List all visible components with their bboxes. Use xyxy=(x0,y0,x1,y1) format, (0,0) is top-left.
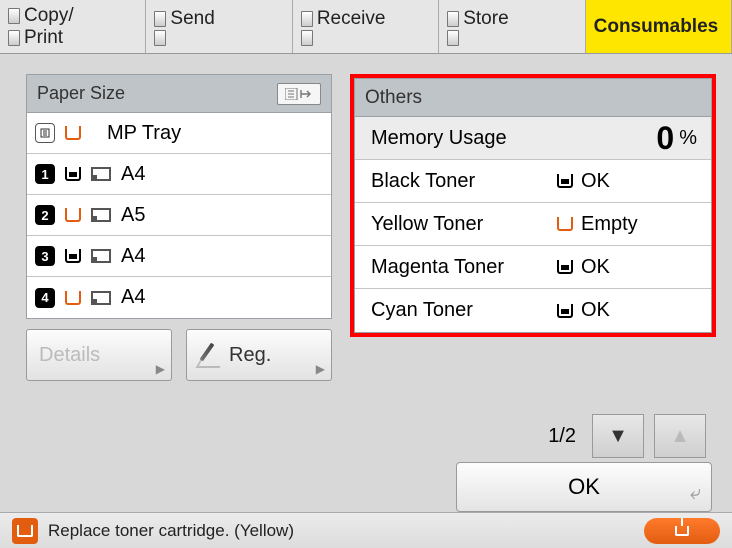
memory-label: Memory Usage xyxy=(371,127,656,150)
toner-full-icon xyxy=(557,260,573,274)
memory-usage-row: Memory Usage 0 % xyxy=(355,117,711,160)
button-label: OK xyxy=(568,474,600,500)
others-panel: Others Memory Usage 0 % Black Toner OK Y… xyxy=(350,74,716,428)
toner-row-cyan: Cyan Toner OK xyxy=(355,289,711,332)
others-header: Others xyxy=(354,78,712,116)
memory-value: 0 xyxy=(656,120,675,157)
lamp-icon xyxy=(447,30,459,46)
paper-row[interactable]: 1 A4 xyxy=(27,154,331,195)
tab-label: Print xyxy=(24,27,63,49)
tray-number-badge: 1 xyxy=(35,164,55,184)
tab-label: Copy/ xyxy=(24,5,74,27)
toner-status: Empty xyxy=(581,213,638,236)
tray-number-badge: 3 xyxy=(35,246,55,266)
tab-label: Send xyxy=(170,8,214,30)
paper-size-label: A5 xyxy=(121,204,145,227)
tab-store[interactable]: Store xyxy=(439,0,585,53)
ok-row: OK ⤶ xyxy=(0,458,732,512)
paper-size-panel: Paper Size MP Tray 1 A4 2 A5 xyxy=(26,74,332,428)
paper-size-list: MP Tray 1 A4 2 A5 3 A4 4 xyxy=(26,112,332,319)
top-tabs: Copy/ Print Send Receive Store Consumabl… xyxy=(0,0,732,54)
warning-toner-icon xyxy=(12,518,38,544)
return-icon: ⤶ xyxy=(690,482,701,505)
ok-button[interactable]: OK ⤶ xyxy=(456,462,712,512)
toner-full-icon xyxy=(557,304,573,318)
page-down-button[interactable]: ▼ xyxy=(592,414,644,458)
tray-number-badge: 4 xyxy=(35,288,55,308)
paper-size-label: A4 xyxy=(121,286,145,309)
toner-full-icon xyxy=(557,174,573,188)
triangle-down-icon: ▼ xyxy=(608,425,628,448)
toner-row-yellow: Yellow Toner Empty xyxy=(355,203,711,246)
toner-name: Yellow Toner xyxy=(371,213,557,236)
tab-send[interactable]: Send xyxy=(146,0,292,53)
memory-unit: % xyxy=(679,127,697,150)
panel-title: Paper Size xyxy=(37,83,125,104)
paper-size-expand-button[interactable] xyxy=(277,83,321,105)
button-label: Details xyxy=(39,344,100,367)
grid-arrow-icon xyxy=(285,88,313,100)
tab-consumables[interactable]: Consumables xyxy=(586,0,732,53)
status-action-button[interactable] xyxy=(644,518,720,544)
paper-size-label: MP Tray xyxy=(107,122,181,145)
status-bar: Replace toner cartridge. (Yellow) xyxy=(0,512,732,548)
lamp-icon xyxy=(8,30,20,46)
paper-size-label: A4 xyxy=(121,163,145,186)
tray-empty-icon xyxy=(65,291,81,305)
tab-receive[interactable]: Receive xyxy=(293,0,439,53)
page-icon xyxy=(91,249,111,263)
register-button[interactable]: Reg. ▶ xyxy=(186,329,332,381)
toner-row-black: Black Toner OK xyxy=(355,160,711,203)
toner-name: Magenta Toner xyxy=(371,256,557,279)
paper-row[interactable]: 3 A4 xyxy=(27,236,331,277)
paper-row-mp[interactable]: MP Tray xyxy=(27,113,331,154)
tray-number-badge: 2 xyxy=(35,205,55,225)
pen-icon xyxy=(199,344,221,366)
page-icon xyxy=(91,291,111,305)
paper-size-header: Paper Size xyxy=(26,74,332,112)
page-icon xyxy=(91,167,111,181)
toner-status: OK xyxy=(581,170,610,193)
tray-full-icon xyxy=(65,167,81,181)
toner-status: OK xyxy=(581,299,610,322)
toner-row-magenta: Magenta Toner OK xyxy=(355,246,711,289)
toner-empty-icon xyxy=(557,217,573,231)
lamp-icon xyxy=(154,30,166,46)
lamp-icon xyxy=(301,30,313,46)
main-area: Paper Size MP Tray 1 A4 2 A5 xyxy=(0,54,732,434)
toner-replace-icon xyxy=(675,526,689,536)
paper-row[interactable]: 2 A5 xyxy=(27,195,331,236)
chevron-right-icon: ▶ xyxy=(316,362,325,376)
tab-label: Receive xyxy=(317,8,386,30)
paper-buttons: Details ▶ Reg. ▶ xyxy=(26,329,332,381)
lamp-icon xyxy=(8,8,20,24)
paper-size-label: A4 xyxy=(121,245,145,268)
tray-empty-icon xyxy=(65,208,81,222)
panel-title: Others xyxy=(365,87,422,109)
paper-row[interactable]: 4 A4 xyxy=(27,277,331,318)
tab-label: Consumables xyxy=(594,16,719,38)
details-button[interactable]: Details ▶ xyxy=(26,329,172,381)
tray-empty-icon xyxy=(65,126,81,140)
toner-name: Cyan Toner xyxy=(371,299,557,322)
toner-status: OK xyxy=(581,256,610,279)
tab-label: Store xyxy=(463,8,508,30)
page-icon xyxy=(91,208,111,222)
toner-name: Black Toner xyxy=(371,170,557,193)
pager-label: 1/2 xyxy=(548,425,576,448)
others-list: Memory Usage 0 % Black Toner OK Yellow T… xyxy=(354,116,712,333)
doc-icon xyxy=(35,123,55,143)
page-up-button[interactable]: ▲ xyxy=(654,414,706,458)
triangle-up-icon: ▲ xyxy=(670,425,690,448)
button-label: Reg. xyxy=(229,344,271,367)
lamp-icon xyxy=(447,11,459,27)
chevron-right-icon: ▶ xyxy=(156,362,165,376)
status-message: Replace toner cartridge. (Yellow) xyxy=(48,521,294,541)
tab-copy-print[interactable]: Copy/ Print xyxy=(0,0,146,53)
others-highlight-box: Others Memory Usage 0 % Black Toner OK Y… xyxy=(350,74,716,337)
lamp-icon xyxy=(301,11,313,27)
tray-full-icon xyxy=(65,249,81,263)
lamp-icon xyxy=(154,11,166,27)
